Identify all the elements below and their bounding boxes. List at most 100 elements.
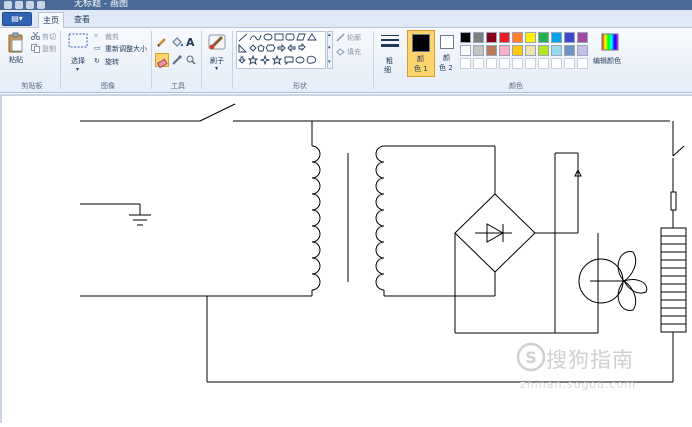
- custom-color-slot[interactable]: [525, 58, 536, 69]
- color1-label-line1: 颜: [417, 55, 424, 63]
- colors-group-label: 颜色: [509, 82, 523, 90]
- brush-icon: [208, 34, 226, 50]
- group-divider: [232, 31, 233, 89]
- paint-app-icon[interactable]: [4, 1, 12, 9]
- palette-swatch[interactable]: [564, 32, 575, 43]
- paste-button[interactable]: 粘贴: [4, 31, 26, 65]
- undo-icon[interactable]: [26, 1, 34, 9]
- color1-label-line2: 色 1: [414, 65, 428, 73]
- palette-swatch[interactable]: [473, 32, 484, 43]
- color2-swatch: [440, 35, 454, 49]
- custom-color-slot[interactable]: [473, 58, 484, 69]
- fill-bucket-icon[interactable]: [171, 37, 183, 47]
- palette-swatch[interactable]: [551, 45, 562, 56]
- custom-color-slot[interactable]: [499, 58, 510, 69]
- custom-color-slot[interactable]: [564, 58, 575, 69]
- palette-swatch[interactable]: [577, 45, 588, 56]
- palette-swatch[interactable]: [499, 32, 510, 43]
- palette-swatch[interactable]: [460, 32, 471, 43]
- shapes-gallery-icons: [237, 33, 317, 66]
- color-picker-icon[interactable]: [172, 55, 182, 65]
- color1-button[interactable]: 颜 色 1: [407, 30, 435, 77]
- rotate-label: 旋转: [105, 58, 119, 66]
- circuit-diagram: [80, 103, 687, 383]
- color-spectrum-icon: [601, 33, 619, 51]
- custom-color-slot[interactable]: [577, 58, 588, 69]
- palette-swatch[interactable]: [538, 32, 549, 43]
- custom-color-slot[interactable]: [486, 58, 497, 69]
- save-icon[interactable]: [15, 1, 23, 9]
- tab-home[interactable]: 主页: [38, 12, 64, 28]
- paste-label: 粘贴: [9, 56, 23, 64]
- magnifier-icon[interactable]: [186, 55, 196, 65]
- fill-label: 填充: [347, 48, 361, 56]
- fan-blade: [617, 251, 637, 282]
- custom-color-slot[interactable]: [512, 58, 523, 69]
- cut-label: 剪切: [42, 33, 56, 41]
- rotate-icon: ↻: [94, 57, 100, 65]
- outline-brush-icon: [336, 33, 345, 42]
- palette-swatch[interactable]: [538, 45, 549, 56]
- palette-swatch[interactable]: [512, 32, 523, 43]
- eraser-button[interactable]: [155, 53, 169, 69]
- custom-color-slot[interactable]: [460, 58, 471, 69]
- palette-swatch[interactable]: [551, 32, 562, 43]
- clipboard-group-label: 剪贴板: [21, 82, 43, 90]
- chevron-down-icon: ▾: [215, 65, 219, 72]
- pencil-icon[interactable]: [157, 37, 167, 47]
- palette-swatch[interactable]: [512, 45, 523, 56]
- tab-view[interactable]: 查看: [70, 12, 94, 28]
- title-bar: 无标题 - 画图: [0, 0, 692, 10]
- size-label-line2: 细: [384, 66, 391, 74]
- palette-swatch[interactable]: [460, 45, 471, 56]
- fuse: [670, 191, 677, 211]
- quick-access-toolbar: [4, 1, 45, 9]
- palette-swatch[interactable]: [525, 32, 536, 43]
- group-divider: [151, 31, 152, 89]
- palette-swatch[interactable]: [564, 45, 575, 56]
- expand-gallery-icon: ▾: [328, 59, 331, 65]
- edit-colors-button[interactable]: 编辑颜色: [592, 31, 626, 75]
- file-menu-button[interactable]: ▤▾: [2, 12, 32, 26]
- brushes-button[interactable]: 刷子 ▾: [205, 31, 229, 75]
- color2-button[interactable]: 颜 色 2: [437, 30, 459, 77]
- primary-coil: [311, 145, 321, 291]
- outline-label: 轮廓: [347, 34, 361, 42]
- select-button[interactable]: 选择 ▾: [66, 31, 88, 75]
- fill-icon: [336, 48, 345, 56]
- clipboard-icon: [8, 32, 23, 53]
- window-title: 无标题 - 画图: [74, 0, 128, 9]
- line-width-icon: [381, 35, 399, 47]
- custom-color-slot[interactable]: [551, 58, 562, 69]
- palette-swatch[interactable]: [486, 45, 497, 56]
- eraser-icon: [156, 58, 168, 69]
- group-divider: [201, 31, 202, 89]
- main-switch-blade: [199, 103, 236, 122]
- select-label: 选择: [71, 57, 85, 65]
- tools-group-label: 工具: [171, 82, 185, 90]
- text-tool-icon[interactable]: A: [186, 36, 195, 49]
- palette-swatch[interactable]: [525, 45, 536, 56]
- palette-swatch[interactable]: [473, 45, 484, 56]
- crop-label: 裁剪: [105, 33, 119, 41]
- secondary-coil: [375, 145, 385, 291]
- image-group-label: 图像: [101, 82, 115, 90]
- chevron-down-icon: ▾: [76, 66, 80, 73]
- shapes-gallery[interactable]: [236, 31, 326, 69]
- redo-icon[interactable]: [37, 1, 45, 9]
- color2-label-line2: 色 2: [439, 64, 453, 72]
- shapes-group-label: 形状: [293, 82, 307, 90]
- palette-swatch[interactable]: [499, 45, 510, 56]
- scissors-icon: [31, 32, 40, 40]
- palette-swatch[interactable]: [486, 32, 497, 43]
- copy-icon: [31, 44, 40, 53]
- shapes-scrollbar[interactable]: ▴ ▾ ▾: [327, 31, 333, 69]
- edit-colors-label: 编辑颜色: [593, 57, 621, 65]
- chevron-up-icon: ▴: [328, 32, 331, 38]
- size-button[interactable]: 粗 细: [378, 31, 402, 77]
- palette-swatch[interactable]: [577, 32, 588, 43]
- ribbon-tab-row: ▤▾ 主页 查看: [0, 10, 692, 28]
- custom-color-slot[interactable]: [538, 58, 549, 69]
- selection-rectangle-icon: [68, 33, 88, 48]
- drawing-canvas[interactable]: [2, 96, 692, 423]
